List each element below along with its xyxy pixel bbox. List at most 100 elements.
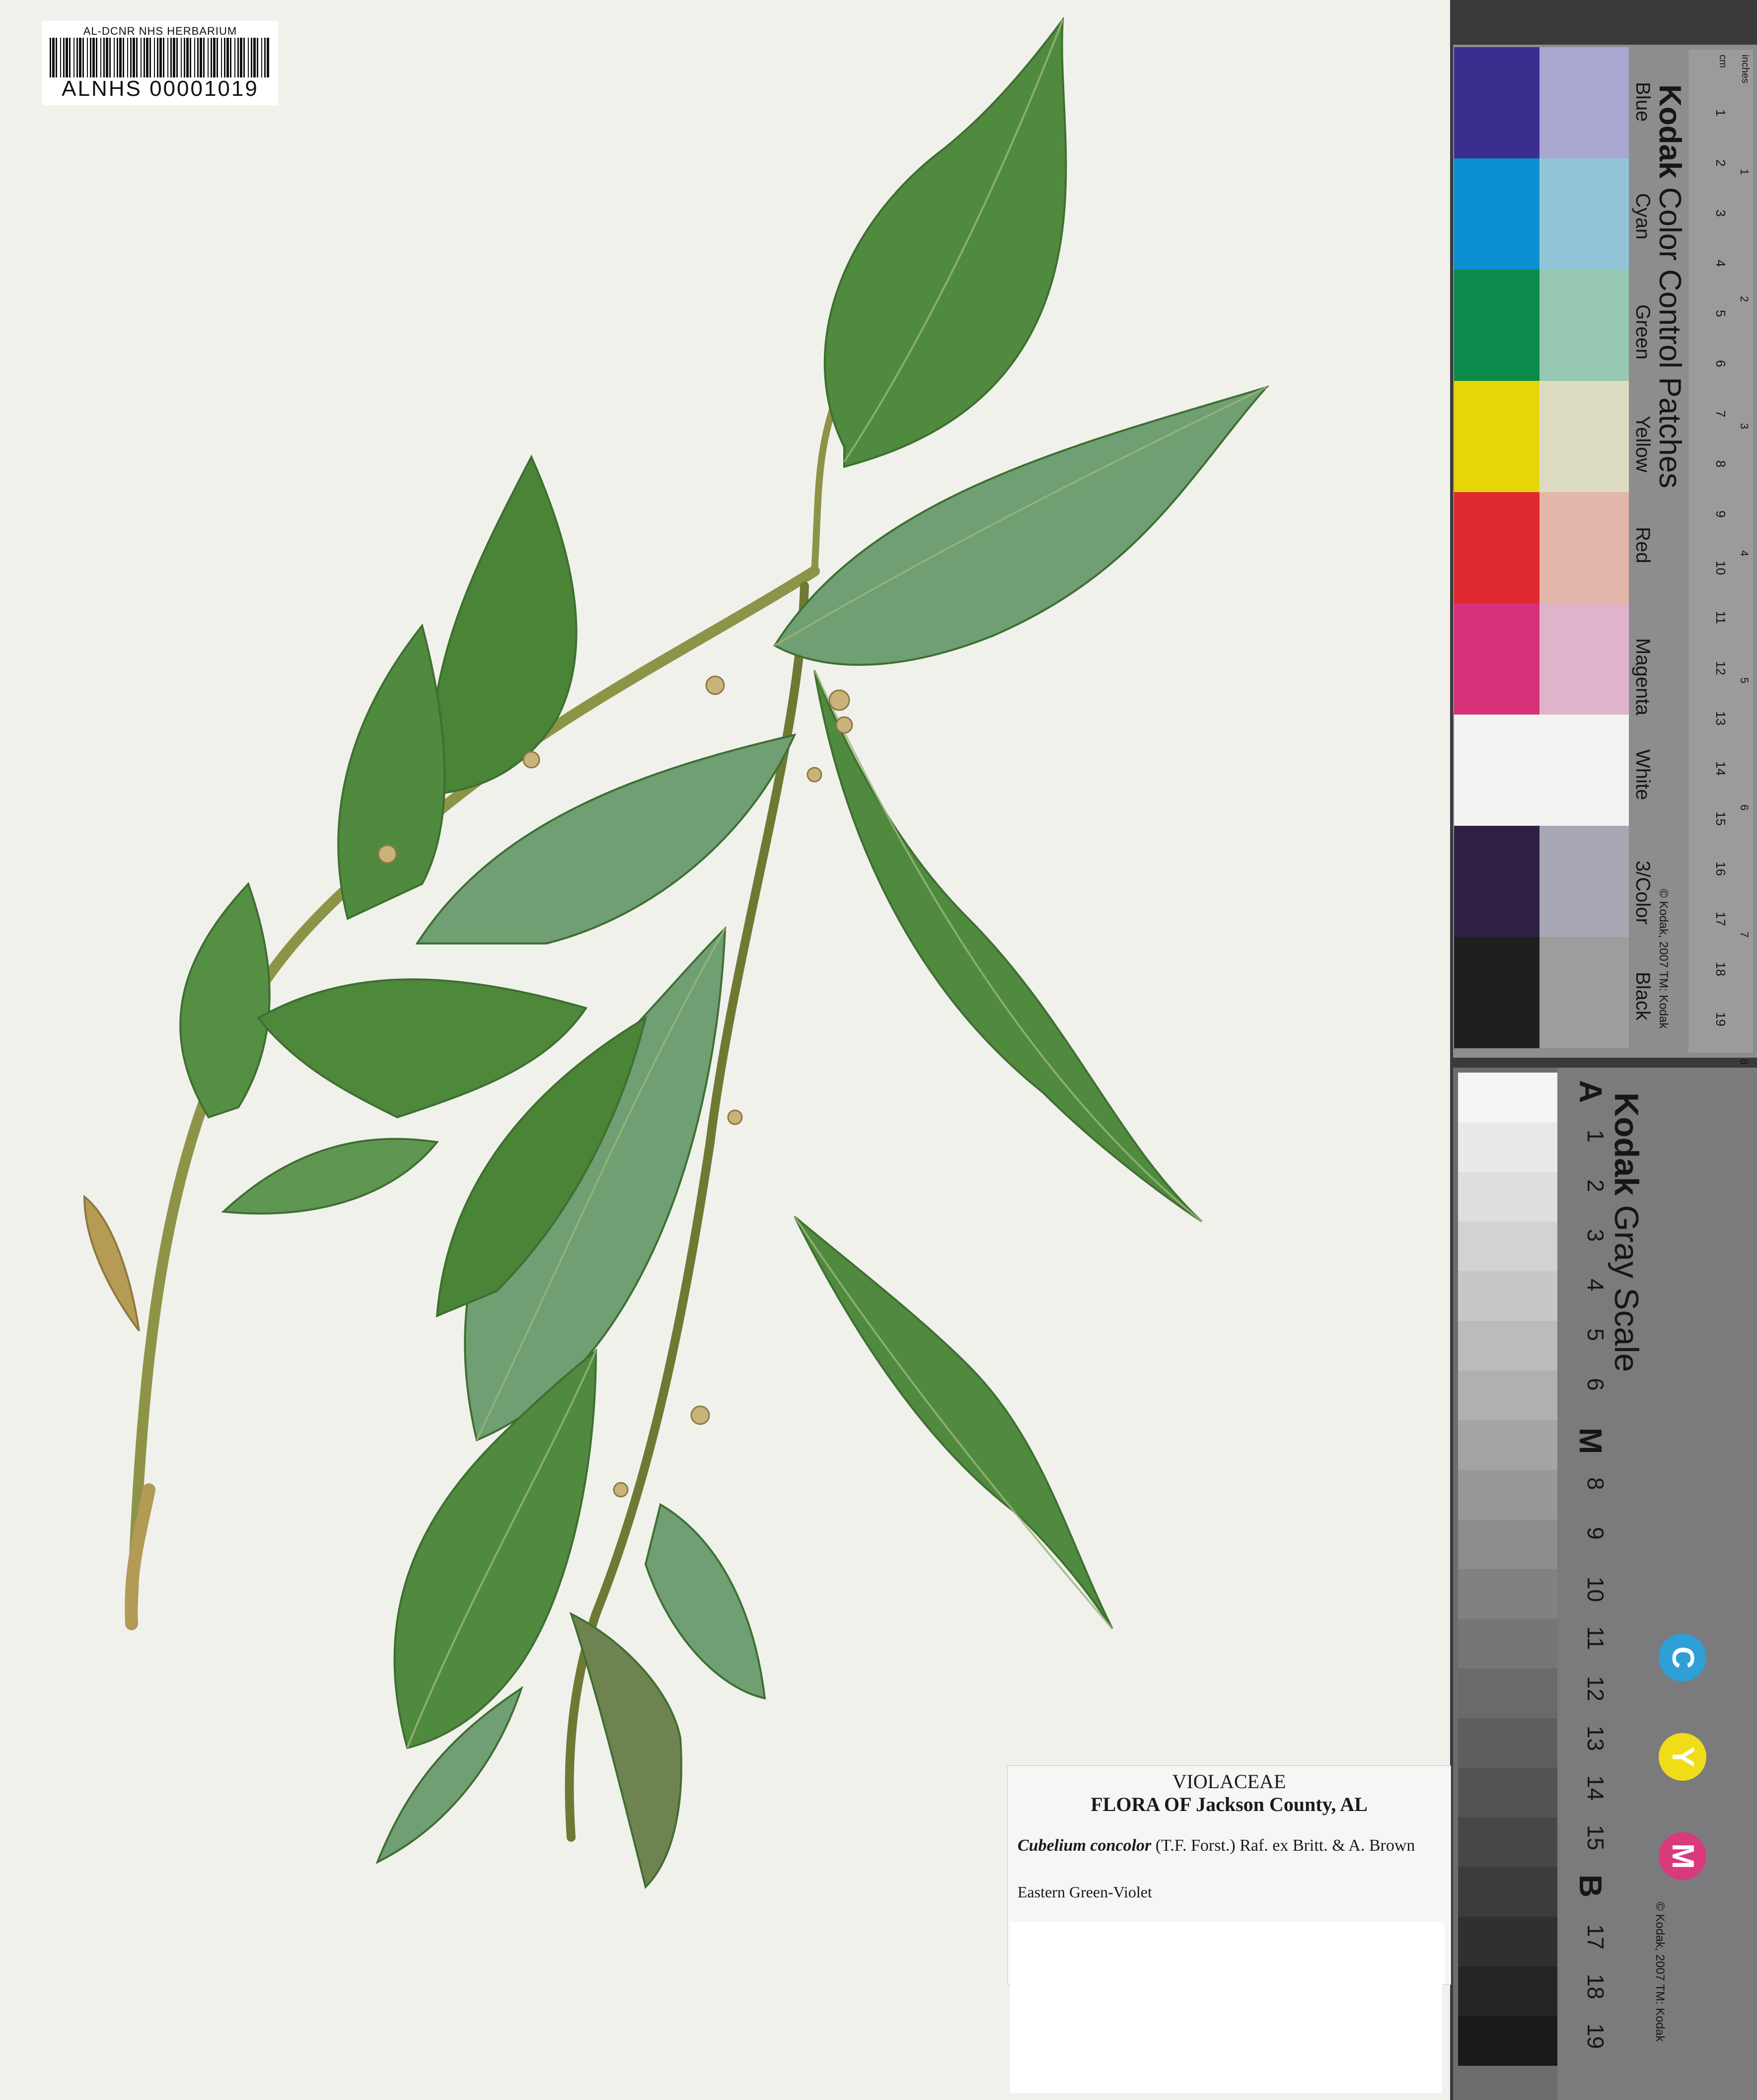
barcode-bar [217, 38, 218, 77]
barcode-bar [184, 38, 185, 77]
leaf-right-lower [794, 1216, 1113, 1630]
color-patch-label: Magenta [1632, 638, 1654, 716]
barcode-bar [167, 38, 168, 77]
barcode-bar [63, 38, 65, 77]
barcode-bar [141, 38, 142, 77]
barcode-bar [73, 38, 74, 77]
barcode-bar [230, 38, 231, 77]
barcode-bar [114, 38, 115, 77]
leaves [83, 16, 1270, 1889]
color-patch-light-black [1539, 937, 1629, 1048]
barcode-bar [200, 38, 202, 77]
barcode-bar [237, 38, 239, 77]
color-patch-cyan [1454, 158, 1543, 270]
cm-tick-label: 18 [1713, 962, 1728, 976]
kodak-logo-text: Kodak [1608, 1092, 1645, 1196]
cm-tick-label: 1 [1713, 109, 1728, 117]
gray-card-copyright: © Kodak, 2007 TM: Kodak [1653, 1902, 1667, 2042]
barcode-bar [90, 38, 91, 77]
inch-tick-label: 4 [1738, 550, 1751, 557]
cm-tick-label: 19 [1713, 1012, 1728, 1026]
barcode-bar [157, 38, 158, 77]
color-patch-magenta [1454, 603, 1543, 715]
barcode-bar [127, 38, 128, 77]
barcode-bar [251, 38, 252, 77]
barcode-bar [194, 38, 195, 77]
capsule [613, 1482, 629, 1498]
capsule [522, 751, 540, 769]
leaf-center-left [256, 978, 588, 1119]
cm-ruler: 1 2 3 4 5 6 7 8 9 10 11 12 13 14 15 16 17 18 19 1 2 3 4 5 6 7 8 inc… [1688, 50, 1753, 1065]
cm-tick-label: 7 [1713, 410, 1728, 418]
color-patch-label: Red [1632, 527, 1654, 564]
leaf-top [823, 16, 1067, 468]
barcode-bar [159, 38, 162, 77]
barcode-bar [50, 38, 51, 77]
gray-step-label: 15 [1583, 1825, 1609, 1851]
cm-tick-label: 16 [1713, 862, 1728, 876]
color-patch-light-3-color [1539, 826, 1629, 937]
capsule [806, 767, 822, 783]
capsule [727, 1109, 743, 1125]
inch-tick-label: 6 [1738, 804, 1751, 811]
barcode-bar [154, 38, 155, 77]
gray-step-label: 13 [1583, 1726, 1609, 1751]
leaf-bottom-pale [644, 1503, 766, 1700]
inch-tick-label: 3 [1738, 423, 1751, 430]
cm-tick-label: 15 [1713, 811, 1728, 826]
barcode-bar [208, 38, 209, 77]
gray-step-label: 11 [1583, 1626, 1609, 1650]
inch-tick-label: 1 [1738, 169, 1751, 175]
color-patch-label: Black [1632, 972, 1654, 1020]
barcode-bar [119, 38, 122, 77]
cm-tick-label: 2 [1713, 159, 1728, 167]
gray-step-label: 5 [1583, 1328, 1609, 1341]
color-patch-3-color [1454, 826, 1543, 937]
barcode [50, 38, 269, 77]
barcode-bar [170, 38, 172, 77]
color-patch-light-cyan [1539, 158, 1629, 270]
barcode-bar [213, 38, 216, 77]
family-name: VIOLACEAE [1172, 1770, 1286, 1793]
common-name: Eastern Green-Violet [1018, 1883, 1152, 1901]
gray-step-label: B [1573, 1875, 1609, 1898]
cm-tick-label: 6 [1713, 360, 1728, 367]
color-patch-light-magenta [1539, 603, 1629, 715]
barcode-bar [197, 38, 199, 77]
barcode-bar [66, 38, 68, 77]
barcode-bar [123, 38, 124, 77]
capsule [377, 844, 397, 864]
cm-tick-label: 8 [1713, 460, 1728, 468]
leaf-right-large [813, 670, 1203, 1223]
gray-step-label: M [1573, 1428, 1609, 1454]
color-card-subtitle: Color Control Patches [1653, 187, 1687, 489]
color-card-copyright: © Kodak, 2007 TM: Kodak [1657, 889, 1670, 1029]
capsule [828, 689, 850, 711]
barcode-bar [117, 38, 118, 77]
barcode-bar [267, 38, 269, 77]
color-patch-blue [1454, 47, 1543, 158]
capsule [690, 1405, 710, 1425]
color-patch-light-yellow [1539, 381, 1629, 492]
herbarium-sheet-image: AL-DCNR NHS HERBARIUM ALNHS 00001019 VIO… [0, 0, 1757, 2100]
barcode-bar [211, 38, 212, 77]
color-patch-green [1454, 270, 1543, 381]
cm-tick-label: 11 [1713, 611, 1728, 624]
cm-tick-label: 9 [1713, 510, 1728, 518]
gray-step-label: 2 [1583, 1179, 1609, 1192]
cm-tick-label: 4 [1713, 260, 1728, 267]
gray-step-label: 18 [1583, 1974, 1609, 2000]
barcode-bar [226, 38, 229, 77]
gray-step-label: 1 [1583, 1130, 1609, 1143]
barcode-bar [100, 38, 101, 77]
barcode-bar [76, 38, 78, 77]
gray-step-label: 4 [1583, 1279, 1609, 1292]
barcode-bar [109, 38, 111, 77]
leaf-upper-left [430, 454, 578, 796]
color-patch-white [1454, 715, 1543, 826]
barcode-bar [79, 38, 81, 77]
barcode-bar [103, 38, 105, 77]
gray-step-label: 19 [1583, 2024, 1609, 2049]
leaf-dried [83, 1194, 140, 1332]
color-patch-light-white [1539, 715, 1629, 826]
